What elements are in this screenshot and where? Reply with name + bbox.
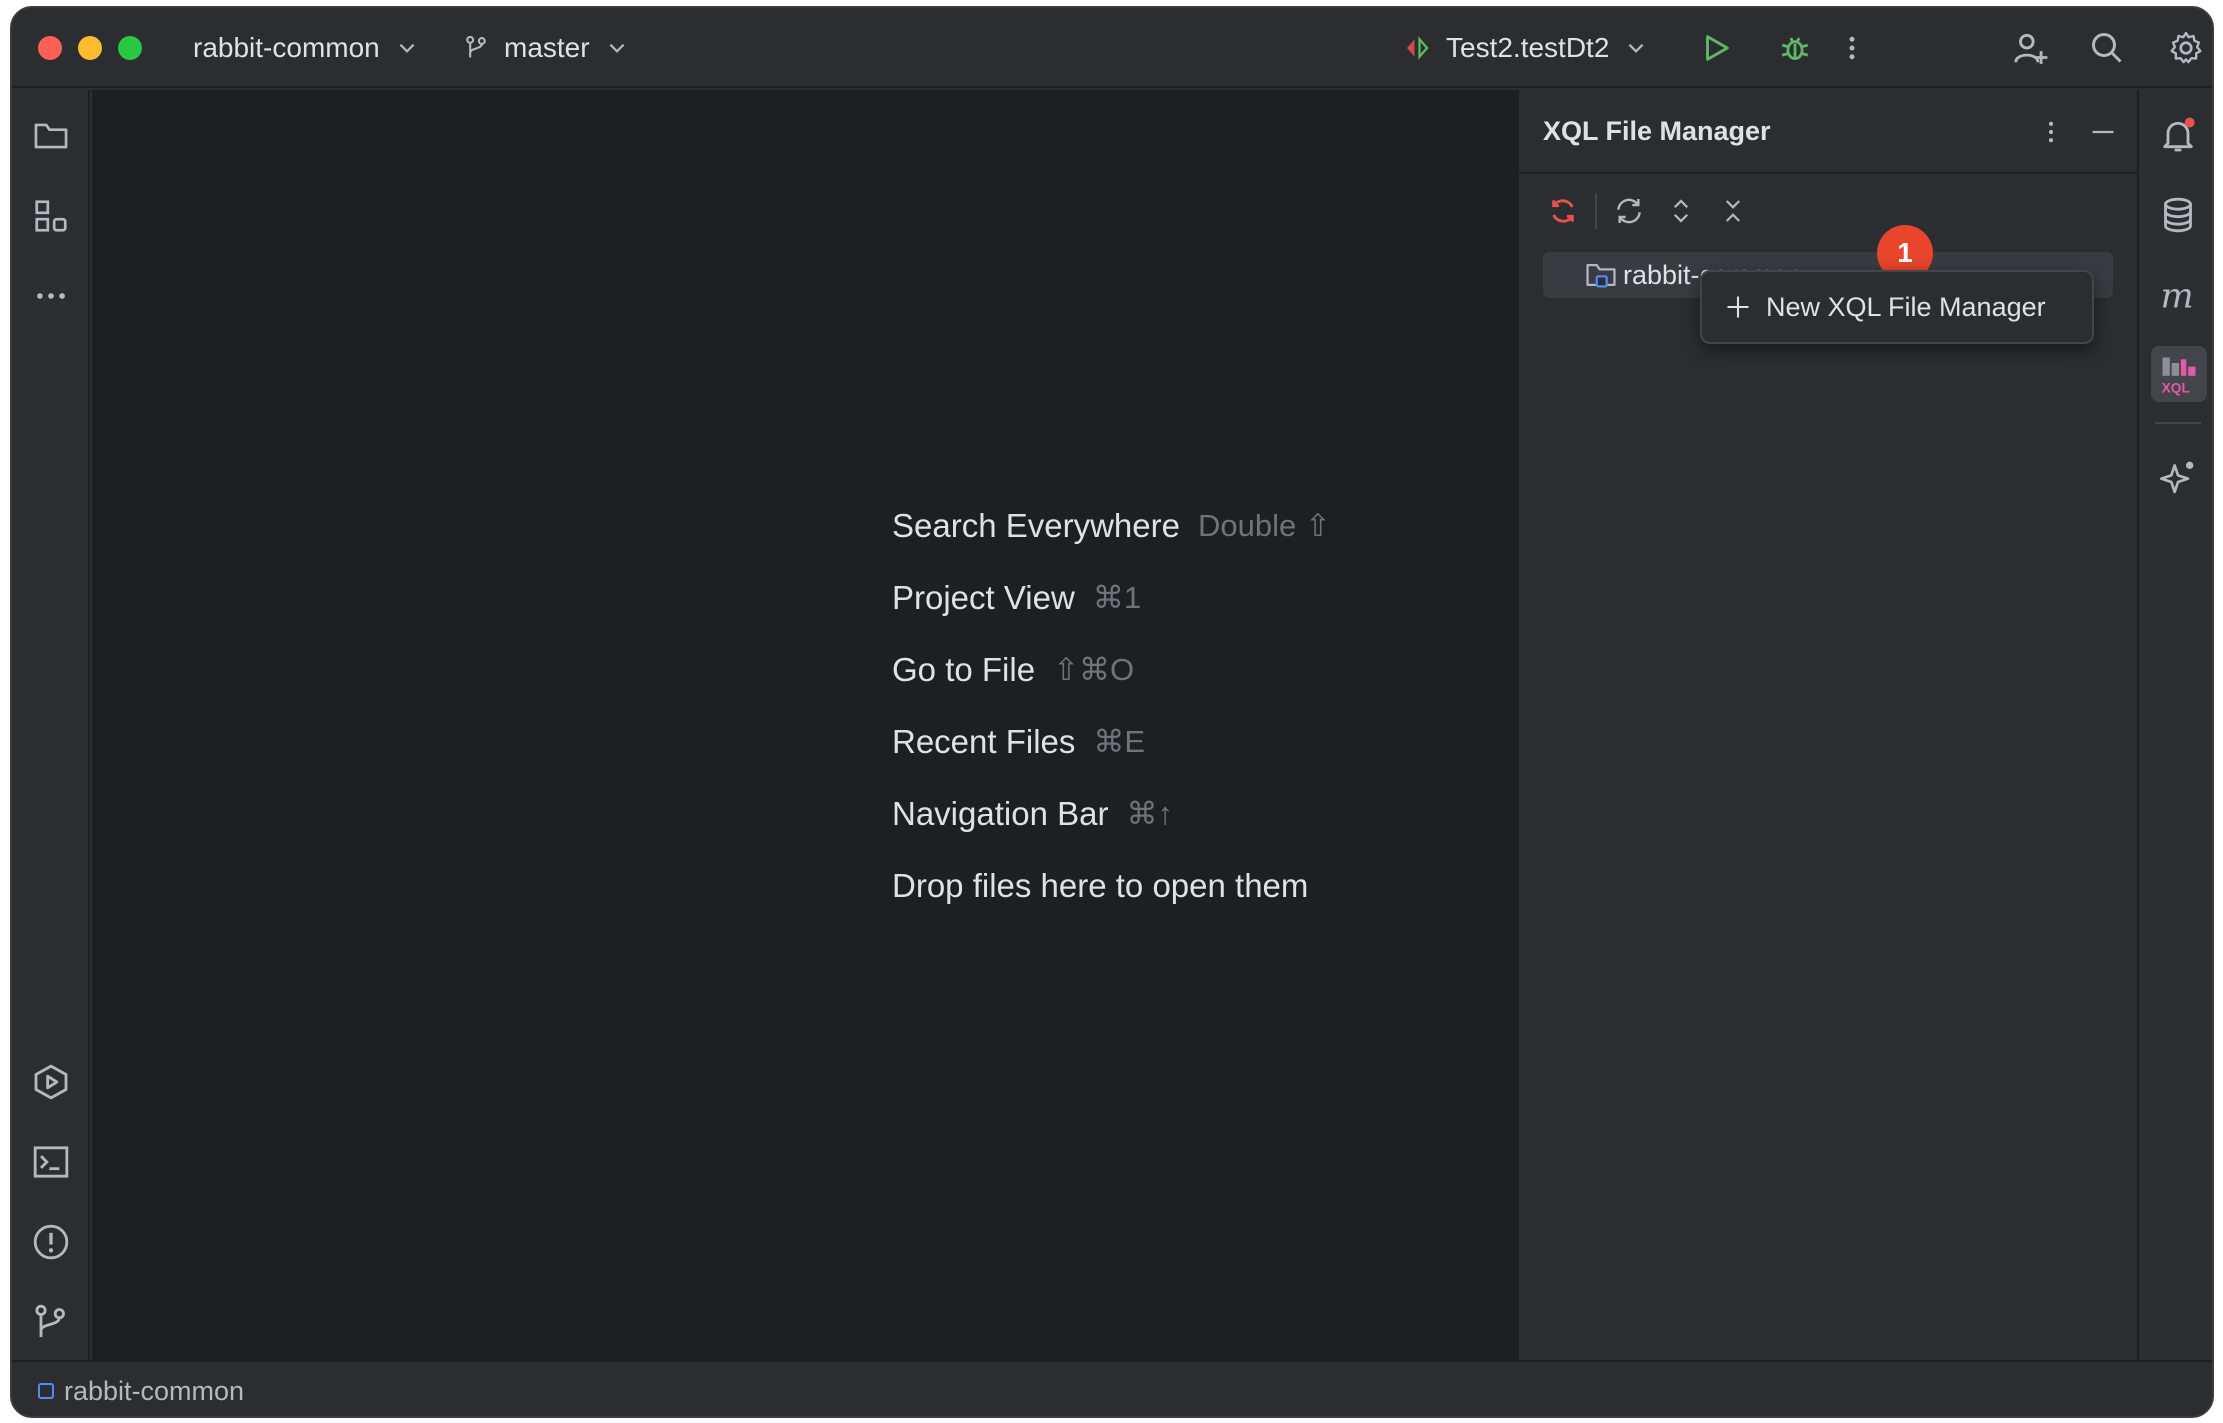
more-tools-button[interactable] xyxy=(31,276,71,316)
popup-label: New XQL File Manager xyxy=(1766,291,2046,322)
hint-project-view: Project View ⌘1 xyxy=(892,562,1331,634)
structure-icon xyxy=(35,200,67,232)
editor-hints: Search Everywhere Double ⇧ Project View … xyxy=(892,490,1331,922)
status-project-name[interactable]: rabbit-common xyxy=(64,1376,244,1407)
maven-icon: m xyxy=(2161,276,2194,316)
plus-icon xyxy=(1727,296,1749,318)
refresh-icon xyxy=(1552,199,1574,223)
project-tool-button[interactable] xyxy=(31,116,71,156)
run-button[interactable] xyxy=(1696,28,1736,68)
folder-icon xyxy=(34,123,68,149)
panel-header: XQL File Manager xyxy=(1519,90,2137,174)
database-icon xyxy=(2164,197,2192,233)
ai-assistant-tool-button[interactable] xyxy=(2157,456,2199,498)
hint-label: Search Everywhere xyxy=(892,507,1180,544)
hint-shortcut: ⌘E xyxy=(1093,724,1146,759)
status-bar: rabbit-common xyxy=(12,1360,2212,1416)
hint-label: Project View xyxy=(892,579,1075,616)
branch-icon xyxy=(466,35,486,58)
hint-shortcut: ⌘↑ xyxy=(1126,796,1173,831)
svg-text:XQL: XQL xyxy=(2162,380,2190,395)
git-icon xyxy=(35,1304,65,1337)
hint-go-to-file: Go to File ⇧⌘O xyxy=(892,634,1331,706)
services-tool-button[interactable] xyxy=(31,1062,71,1102)
reload-button[interactable] xyxy=(1543,191,1583,231)
more-actions-button[interactable] xyxy=(1832,28,1872,68)
debug-icon xyxy=(1781,37,1809,61)
database-tool-button[interactable] xyxy=(2157,194,2199,236)
search-icon xyxy=(2092,33,2122,63)
hint-drop-files: Drop files here to open them xyxy=(892,850,1331,922)
run-config-icon xyxy=(1407,36,1429,60)
settings-icon xyxy=(2170,31,2202,64)
expand-all-button[interactable] xyxy=(1661,191,1701,231)
svg-text:m: m xyxy=(2161,276,2194,316)
structure-tool-button[interactable] xyxy=(31,196,71,236)
hint-label: Drop files here to open them xyxy=(892,867,1309,904)
git-tool-button[interactable] xyxy=(31,1302,71,1342)
hint-recent-files: Recent Files ⌘E xyxy=(892,706,1331,778)
zoom-window-button[interactable] xyxy=(118,36,142,60)
notifications-tool-button[interactable] xyxy=(2157,114,2199,156)
problems-tool-button[interactable] xyxy=(31,1222,71,1262)
add-user-icon xyxy=(2014,33,2048,64)
xql-tool-button[interactable]: XQL xyxy=(2151,346,2207,402)
module-icon xyxy=(38,1383,54,1399)
new-xql-file-manager-menu-item[interactable]: New XQL File Manager xyxy=(1700,270,2094,344)
hint-label: Navigation Bar xyxy=(892,795,1109,832)
branch-name: master xyxy=(504,32,590,63)
expand-icon xyxy=(1673,199,1689,223)
notifications-icon xyxy=(2163,117,2195,152)
hint-shortcut: ⇧⌘O xyxy=(1053,652,1135,687)
editor-area[interactable]: Search Everywhere Double ⇧ Project View … xyxy=(92,90,1517,1360)
sync-icon xyxy=(1617,198,1641,224)
hint-label: Go to File xyxy=(892,651,1036,688)
problems-icon xyxy=(33,1224,69,1260)
project-selector[interactable]: rabbit-common xyxy=(193,8,418,88)
project-name: rabbit-common xyxy=(193,32,380,63)
run-services-icon xyxy=(34,1064,68,1100)
kebab-icon xyxy=(2048,121,2054,143)
ai-assistant-icon xyxy=(2160,461,2194,494)
panel-options-button[interactable] xyxy=(2031,112,2071,152)
right-tool-strip: m XQL xyxy=(2137,90,2212,1360)
run-config-selector[interactable]: Test2.testDt2 xyxy=(1402,8,1647,88)
hint-shortcut: Double ⇧ xyxy=(1197,508,1331,543)
chevron-down-icon xyxy=(399,43,415,53)
code-with-me-button[interactable] xyxy=(2010,28,2050,68)
kebab-icon xyxy=(1849,36,1855,60)
maven-tool-button[interactable]: m xyxy=(2157,274,2199,316)
ide-window: rabbit-common master Test2.testDt2 Searc… xyxy=(10,6,2214,1418)
terminal-icon xyxy=(33,1146,69,1178)
sync-button[interactable] xyxy=(1609,191,1649,231)
run-config-name: Test2.testDt2 xyxy=(1446,32,1610,63)
hint-search-everywhere: Search Everywhere Double ⇧ xyxy=(892,490,1331,562)
chevron-down-icon xyxy=(609,43,624,53)
panel-toolbar xyxy=(1543,190,1765,232)
tool-separator xyxy=(2155,422,2201,424)
collapse-icon xyxy=(1725,200,1741,222)
module-folder-icon xyxy=(1586,263,1616,288)
xql-icon: XQL xyxy=(2162,357,2196,395)
hint-navigation-bar: Navigation Bar ⌘↑ xyxy=(892,778,1331,850)
panel-title: XQL File Manager xyxy=(1543,116,1771,146)
more-icon xyxy=(37,293,65,299)
toolbar-separator xyxy=(1595,193,1597,229)
close-window-button[interactable] xyxy=(38,36,62,60)
title-bar: rabbit-common master Test2.testDt2 xyxy=(12,8,2212,88)
minimize-window-button[interactable] xyxy=(78,36,102,60)
left-tool-strip xyxy=(12,90,90,1360)
debug-button[interactable] xyxy=(1775,28,1815,68)
collapse-all-button[interactable] xyxy=(1713,191,1753,231)
search-button[interactable] xyxy=(2087,28,2127,68)
branch-selector[interactable]: master xyxy=(462,8,628,88)
settings-button[interactable] xyxy=(2166,28,2206,68)
terminal-tool-button[interactable] xyxy=(31,1142,71,1182)
chevron-down-icon xyxy=(1629,43,1644,53)
panel-hide-button[interactable] xyxy=(2083,112,2123,152)
hint-shortcut: ⌘1 xyxy=(1092,580,1142,615)
hint-label: Recent Files xyxy=(892,723,1076,760)
minimize-icon xyxy=(2092,130,2114,134)
run-icon xyxy=(1706,35,1729,61)
